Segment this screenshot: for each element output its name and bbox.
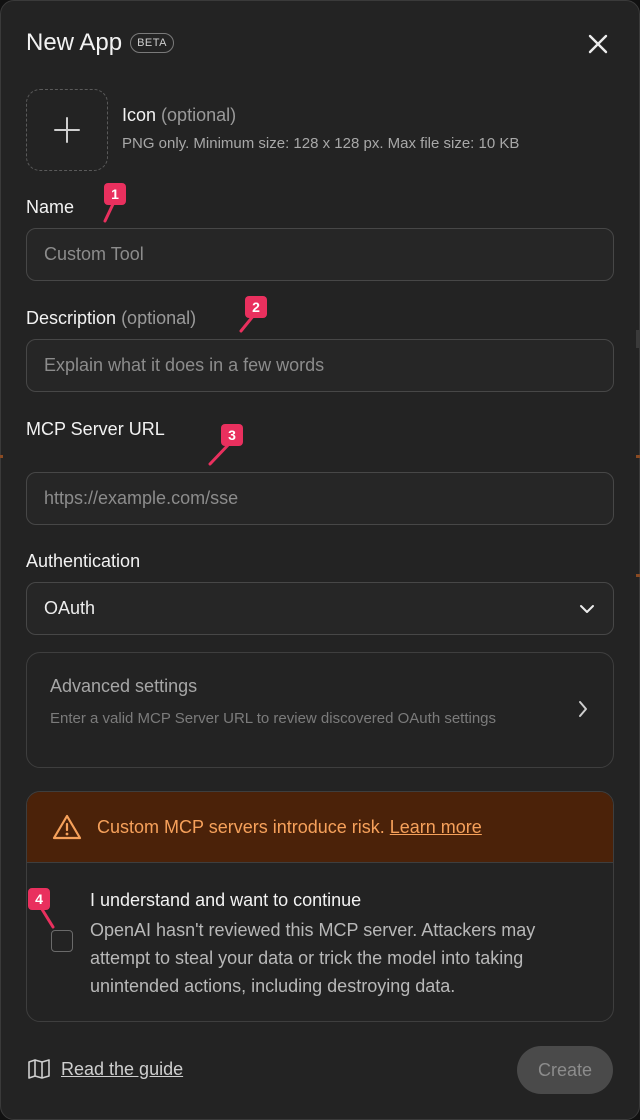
description-label: Description (optional) [26,308,196,329]
dialog-title: New App [26,29,123,56]
annotation-marker-2-tail [239,313,256,333]
authentication-select[interactable]: OAuth [26,582,614,635]
name-input[interactable] [26,228,614,281]
read-guide-text: Read the guide [61,1058,184,1079]
learn-more-link[interactable]: Learn more [390,817,482,837]
advanced-settings-title: Advanced settings [50,676,198,696]
annotation-marker-1-tail [103,200,116,223]
icon-label-text: Icon [122,105,157,125]
icon-upload-info: Icon (optional) PNG only. Minimum size: … [122,105,519,152]
annotation-marker-4-tail [38,904,55,929]
description-optional-text: (optional) [121,308,197,328]
warning-icon [52,814,82,840]
beta-badge: BETA [130,33,174,53]
risk-card: Custom MCP servers introduce risk. Learn… [26,791,614,1022]
plus-icon [54,117,80,143]
icon-hint: PNG only. Minimum size: 128 x 128 px. Ma… [122,135,520,152]
close-button[interactable] [584,30,612,58]
background-edge-mark [0,455,3,458]
create-button[interactable]: Create [517,1046,613,1094]
risk-warning-text: Custom MCP servers introduce risk. [97,816,385,837]
new-app-dialog: New App BETA Icon (optional) PNG only. M… [0,0,640,1120]
risk-warning: Custom MCP servers introduce risk. Learn… [97,817,482,838]
server-url-label: MCP Server URL [26,419,165,439]
consent-title: I understand and want to continue [90,890,362,910]
authentication-label: Authentication [26,551,141,571]
server-url-input[interactable] [26,472,614,525]
risk-divider [27,862,613,863]
risk-banner: Custom MCP servers introduce risk. Learn… [27,792,613,862]
authentication-value: OAuth [44,598,96,618]
chevron-right-icon [579,701,587,717]
consent-body: OpenAI hasn't reviewed this MCP server. … [90,920,536,996]
background-edge-mark [636,574,640,577]
background-edge-mark [636,455,640,458]
read-guide-link[interactable]: Read the guide [27,1058,183,1080]
dialog-header: New App BETA [26,29,174,57]
advanced-settings-card[interactable]: Advanced settings Enter a valid MCP Serv… [26,652,614,768]
close-icon [588,34,608,54]
description-label-text: Description [26,308,117,328]
icon-optional-text: (optional) [161,105,237,125]
name-label: Name [26,197,75,217]
icon-upload-button[interactable] [26,89,108,171]
background-edge-mark [636,330,640,348]
advanced-settings-description: Enter a valid MCP Server URL to review d… [50,710,497,727]
annotation-marker-3-tail [208,441,232,466]
consent-checkbox[interactable] [51,930,73,952]
chevron-down-icon [580,604,594,613]
description-input[interactable] [26,339,614,392]
book-icon [28,1059,50,1079]
icon-label: Icon (optional) [122,105,519,126]
